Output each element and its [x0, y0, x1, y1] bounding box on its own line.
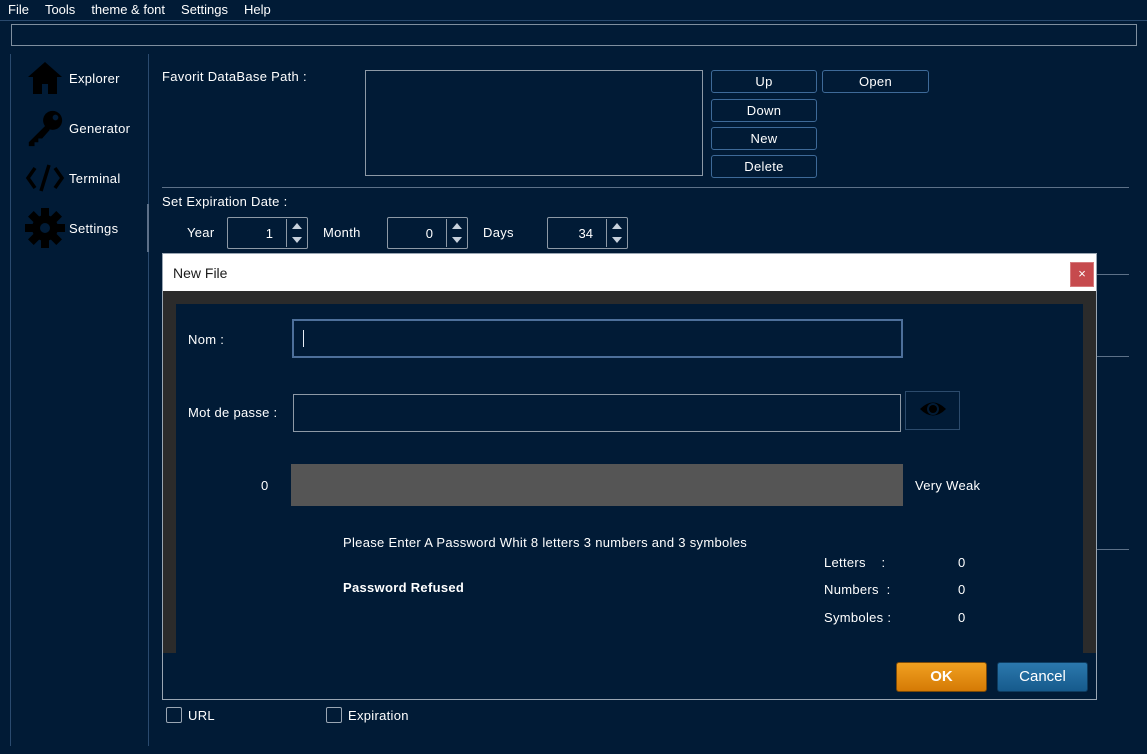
new-file-dialog: New File × Nom : Mot de passe : 0 Very W… [162, 253, 1097, 700]
menu-tools[interactable]: Tools [37, 2, 83, 18]
cancel-button[interactable]: Cancel [997, 662, 1088, 692]
strength-score: 0 [261, 478, 269, 493]
arrow-up-icon[interactable] [611, 223, 622, 229]
arrow-down-icon[interactable] [611, 237, 622, 243]
password-label: Mot de passe : [188, 405, 278, 420]
menu-settings[interactable]: Settings [173, 2, 236, 18]
year-stepper-arrows[interactable] [286, 219, 306, 247]
strength-text: Very Weak [915, 478, 981, 493]
expiration-checkbox[interactable] [326, 707, 342, 723]
month-value: 0 [425, 226, 433, 241]
numbers-value: 0 [958, 582, 966, 597]
divider [1097, 549, 1129, 550]
up-button[interactable]: Up [711, 70, 817, 93]
divider [1097, 274, 1129, 275]
year-spinner[interactable]: 1 [227, 217, 308, 249]
menu-bar: File Tools theme & font Settings Help [0, 0, 1147, 20]
sidebar-item-label: Settings [69, 220, 119, 236]
sidebar-item-settings[interactable]: Settings [25, 206, 145, 250]
key-icon [25, 108, 65, 148]
menu-file[interactable]: File [0, 2, 37, 18]
arrow-down-icon[interactable] [291, 237, 302, 243]
month-label: Month [323, 225, 361, 240]
sidebar: Explorer Generator Terminal Settings [10, 54, 149, 746]
year-value: 1 [265, 226, 273, 241]
arrow-up-icon[interactable] [291, 223, 302, 229]
year-label: Year [187, 225, 215, 240]
delete-button[interactable]: Delete [711, 155, 817, 178]
arrow-down-icon[interactable] [451, 237, 462, 243]
dialog-content: Nom : Mot de passe : 0 Very Weak Please … [176, 304, 1083, 653]
close-icon: × [1078, 266, 1086, 281]
month-stepper-arrows[interactable] [446, 219, 466, 247]
close-button[interactable]: × [1070, 262, 1094, 287]
menu-theme-font[interactable]: theme & font [83, 2, 173, 18]
sidebar-item-explorer[interactable]: Explorer [25, 56, 145, 100]
favorit-db-list[interactable] [365, 70, 703, 176]
letters-label: Letters : [824, 555, 886, 570]
sidebar-item-generator[interactable]: Generator [25, 106, 145, 150]
sidebar-item-label: Generator [69, 120, 131, 136]
password-status: Password Refused [343, 580, 465, 595]
days-value: 34 [578, 226, 593, 241]
days-spinner[interactable]: 34 [547, 217, 628, 249]
sidebar-item-label: Explorer [69, 70, 120, 86]
sidebar-active-indicator [147, 204, 149, 252]
password-hint: Please Enter A Password Whit 8 letters 3… [343, 535, 748, 550]
gear-icon [25, 208, 65, 248]
ok-button[interactable]: OK [896, 662, 987, 692]
expiration-label: Set Expiration Date : [162, 194, 288, 209]
dialog-title-bar[interactable]: New File × [163, 254, 1096, 291]
url-checkbox-label: URL [188, 708, 215, 723]
divider [162, 187, 1129, 188]
menu-help[interactable]: Help [236, 2, 279, 18]
favorit-db-label: Favorit DataBase Path : [162, 69, 307, 84]
numbers-label: Numbers : [824, 582, 891, 597]
code-icon [25, 158, 65, 198]
home-icon [25, 58, 65, 98]
divider [1097, 356, 1129, 357]
expiration-checkbox-label: Expiration [348, 708, 409, 723]
name-label: Nom : [188, 332, 225, 347]
symboles-label: Symboles : [824, 610, 892, 625]
menu-divider [0, 20, 1147, 21]
sidebar-item-terminal[interactable]: Terminal [25, 156, 145, 200]
text-caret [303, 330, 304, 347]
arrow-up-icon[interactable] [451, 223, 462, 229]
strength-bar [291, 464, 903, 506]
password-input[interactable] [293, 394, 901, 432]
eye-icon [918, 399, 948, 422]
new-button[interactable]: New [711, 127, 817, 150]
letters-value: 0 [958, 555, 966, 570]
symboles-value: 0 [958, 610, 966, 625]
name-input[interactable] [292, 319, 903, 358]
days-stepper-arrows[interactable] [606, 219, 626, 247]
down-button[interactable]: Down [711, 99, 817, 122]
month-spinner[interactable]: 0 [387, 217, 468, 249]
sidebar-item-label: Terminal [69, 170, 121, 186]
days-label: Days [483, 225, 514, 240]
open-button[interactable]: Open [822, 70, 929, 93]
dialog-body: Nom : Mot de passe : 0 Very Weak Please … [163, 291, 1096, 653]
show-password-button[interactable] [905, 391, 960, 430]
path-bar[interactable] [11, 24, 1137, 46]
url-checkbox[interactable] [166, 707, 182, 723]
dialog-title: New File [173, 265, 228, 281]
